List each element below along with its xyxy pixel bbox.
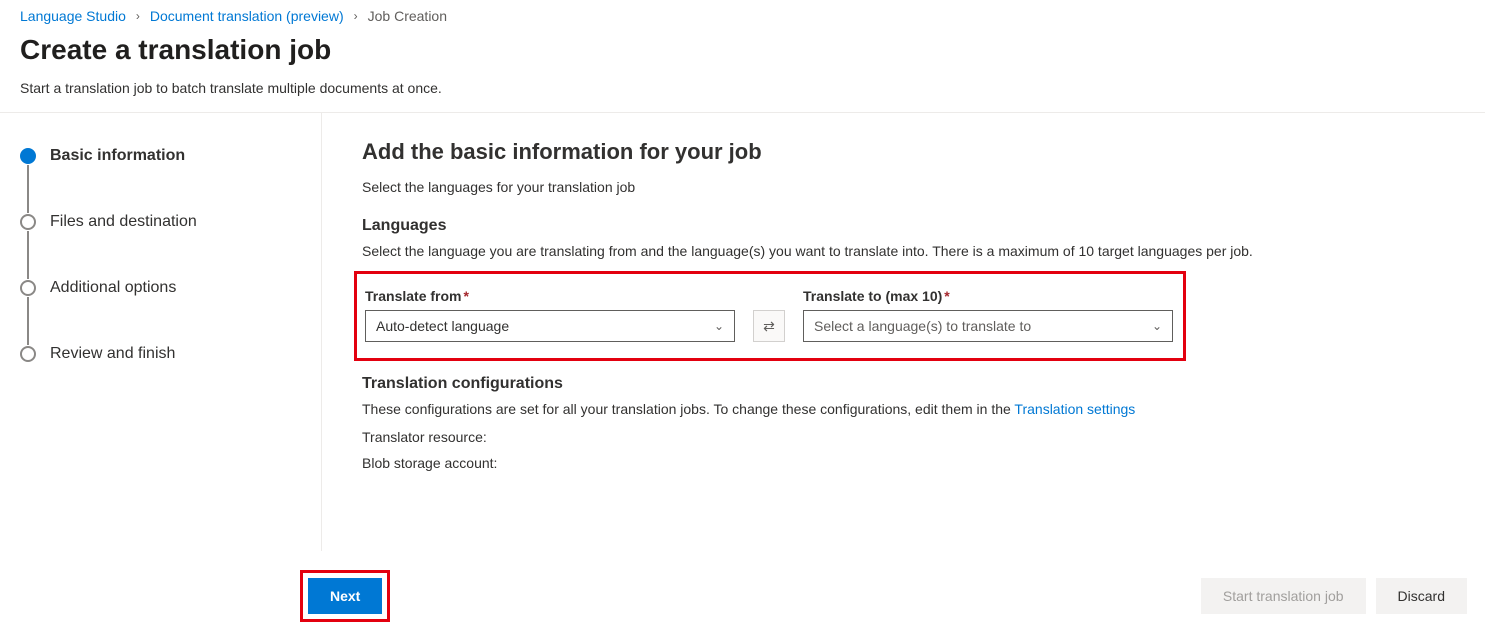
step-circle-icon (20, 346, 36, 362)
page-header: Create a translation job Start a transla… (0, 28, 1485, 112)
section-heading: Add the basic information for your job (362, 139, 1467, 165)
breadcrumb-document-translation[interactable]: Document translation (preview) (150, 8, 344, 24)
step-additional-options[interactable]: Additional options (20, 279, 301, 297)
translate-to-dropdown[interactable]: Select a language(s) to translate to ⌄ (803, 310, 1173, 342)
page-subtitle: Start a translation job to batch transla… (20, 80, 1465, 96)
step-connector (27, 165, 29, 213)
config-description: These configurations are set for all you… (362, 401, 1467, 417)
page-title: Create a translation job (20, 34, 1465, 66)
breadcrumb-language-studio[interactable]: Language Studio (20, 8, 126, 24)
start-translation-button: Start translation job (1201, 578, 1366, 614)
languages-title: Languages (362, 217, 1467, 235)
chevron-right-icon: › (136, 9, 140, 23)
chevron-down-icon: ⌄ (714, 319, 724, 333)
translation-settings-link[interactable]: Translation settings (1014, 401, 1135, 417)
step-basic-information[interactable]: Basic information (20, 147, 301, 165)
step-label: Additional options (50, 279, 176, 297)
step-connector (27, 297, 29, 345)
step-label: Files and destination (50, 213, 197, 231)
step-files-destination[interactable]: Files and destination (20, 213, 301, 231)
chevron-down-icon: ⌄ (1152, 319, 1162, 333)
translate-from-label: Translate from* (365, 288, 735, 304)
main-panel: Add the basic information for your job S… (322, 113, 1485, 551)
discard-button[interactable]: Discard (1376, 578, 1467, 614)
section-description: Select the languages for your translatio… (362, 179, 1467, 195)
languages-highlight: Translate from* Auto-detect language ⌄ ⇄… (354, 271, 1186, 361)
breadcrumb-current: Job Creation (368, 8, 447, 24)
translate-from-dropdown[interactable]: Auto-detect language ⌄ (365, 310, 735, 342)
step-label: Basic information (50, 147, 185, 165)
translate-from-field: Translate from* Auto-detect language ⌄ (365, 288, 735, 342)
translator-resource-row: Translator resource: (362, 429, 1467, 445)
breadcrumb: Language Studio › Document translation (… (0, 0, 1485, 28)
translate-to-field: Translate to (max 10)* Select a language… (803, 288, 1173, 342)
swap-icon: ⇄ (763, 318, 775, 335)
swap-languages-button[interactable]: ⇄ (753, 310, 785, 342)
translate-to-placeholder: Select a language(s) to translate to (814, 318, 1031, 334)
wizard-stepper: Basic information Files and destination … (0, 113, 322, 551)
step-review-finish[interactable]: Review and finish (20, 345, 301, 363)
translate-from-value: Auto-detect language (376, 318, 509, 334)
step-circle-icon (20, 280, 36, 296)
languages-subtitle: Select the language you are translating … (362, 243, 1467, 259)
step-circle-icon (20, 214, 36, 230)
config-title: Translation configurations (362, 375, 1467, 393)
blob-storage-row: Blob storage account: (362, 455, 1467, 471)
chevron-right-icon: › (354, 9, 358, 23)
wizard-footer: Next Start translation job Discard (0, 566, 1485, 636)
step-connector (27, 231, 29, 279)
step-circle-icon (20, 148, 36, 164)
step-label: Review and finish (50, 345, 175, 363)
translate-to-label: Translate to (max 10)* (803, 288, 1173, 304)
next-button[interactable]: Next (308, 578, 382, 614)
next-highlight: Next (300, 570, 390, 622)
